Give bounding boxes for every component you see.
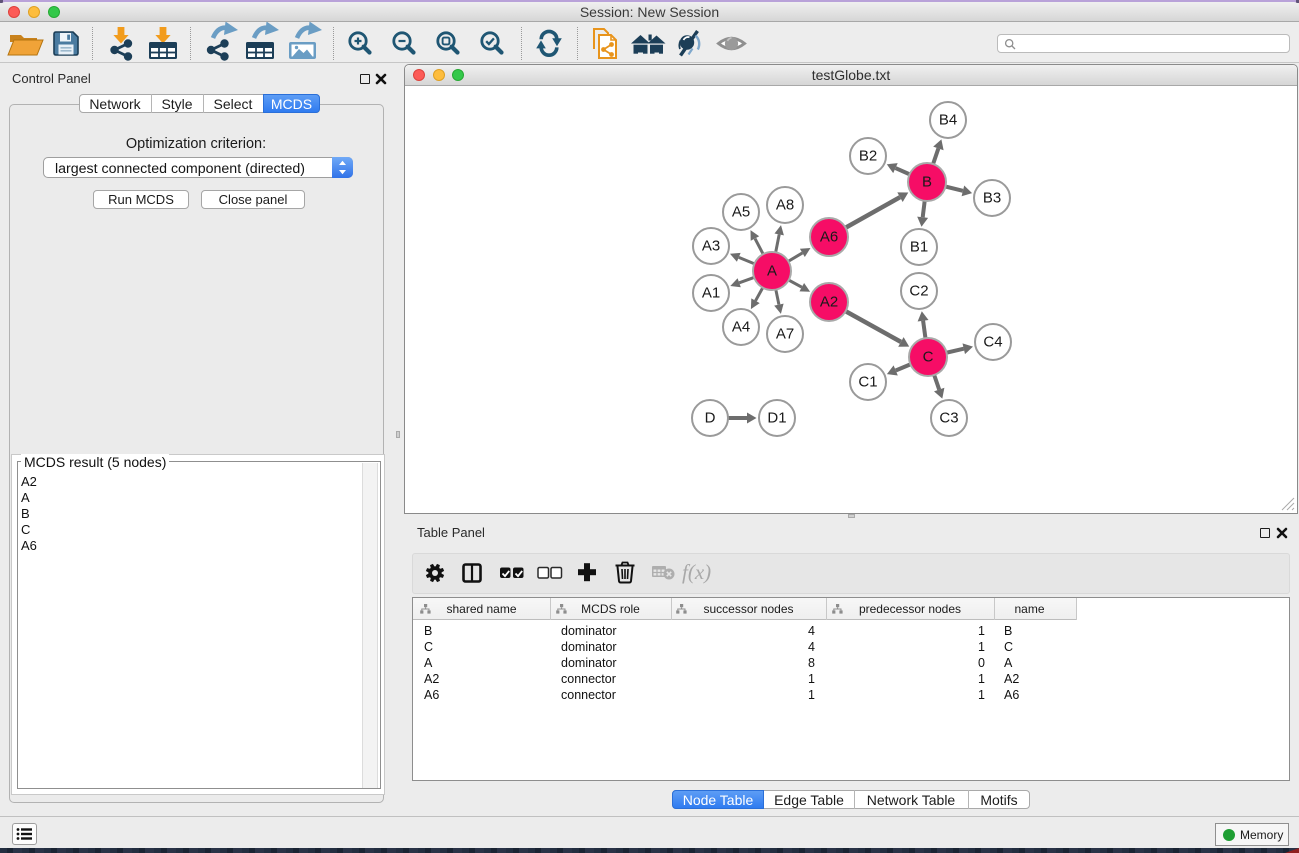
svg-text:A8: A8 xyxy=(776,197,794,214)
svg-text:B: B xyxy=(922,174,932,191)
svg-text:B3: B3 xyxy=(983,190,1001,207)
svg-text:B1: B1 xyxy=(910,239,928,256)
svg-text:B2: B2 xyxy=(859,148,877,165)
svg-text:C: C xyxy=(923,349,934,366)
svg-text:A2: A2 xyxy=(820,294,838,311)
svg-text:A6: A6 xyxy=(820,229,838,246)
svg-text:C1: C1 xyxy=(858,374,877,391)
svg-text:A1: A1 xyxy=(702,285,720,302)
svg-text:D: D xyxy=(705,410,716,427)
svg-text:B4: B4 xyxy=(939,112,957,129)
svg-text:C2: C2 xyxy=(909,283,928,300)
svg-text:A5: A5 xyxy=(732,204,750,221)
svg-text:C4: C4 xyxy=(983,334,1002,351)
svg-text:A7: A7 xyxy=(776,326,794,343)
svg-text:D1: D1 xyxy=(767,410,786,427)
svg-text:A4: A4 xyxy=(732,319,750,336)
svg-text:A: A xyxy=(767,263,777,280)
svg-text:C3: C3 xyxy=(939,410,958,427)
svg-text:A3: A3 xyxy=(702,238,720,255)
